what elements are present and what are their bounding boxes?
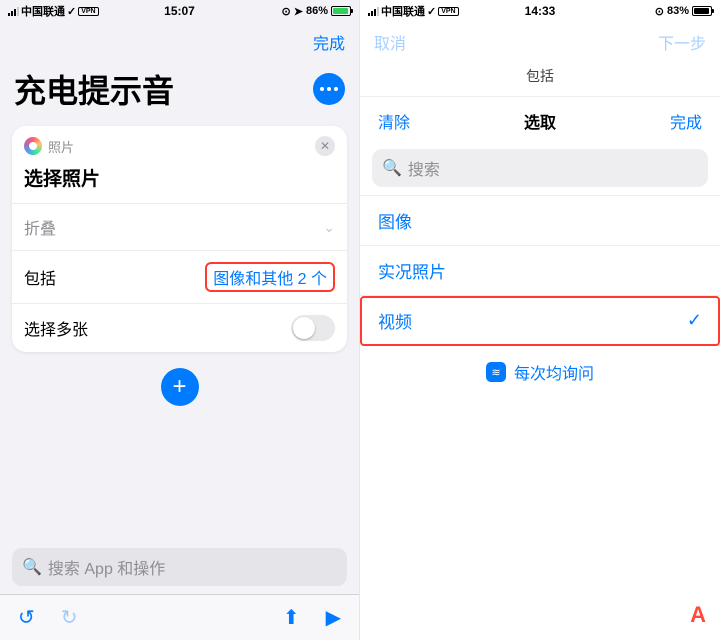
collapse-label: 折叠 [24, 215, 323, 239]
done-button[interactable]: 完成 [313, 30, 345, 54]
faded-cancel: 取消 [374, 30, 406, 54]
status-bar-left: 中国联通 ✓︎ VPN 15:07 ⊙ ➤ 86% [0, 0, 359, 22]
signal-icon [368, 7, 379, 16]
include-row[interactable]: 包括 图像和其他 2 个 [12, 250, 347, 303]
page-title: 充电提示音 [14, 66, 313, 112]
battery-icon [331, 6, 351, 16]
redo-button[interactable]: ↻ [61, 605, 78, 630]
collapse-row[interactable]: 折叠 ⌄ [12, 203, 347, 250]
clock: 14:33 [491, 4, 589, 18]
undo-button[interactable]: ↺ [18, 605, 35, 630]
ask-label: 每次均询问 [514, 360, 594, 384]
carrier: 中国联通 [381, 3, 425, 19]
sheet-title: 包括 [360, 60, 720, 97]
more-button[interactable] [313, 73, 345, 105]
search-placeholder: 搜索 [408, 156, 440, 180]
ask-each-time-button[interactable]: ≋ 每次均询问 [360, 346, 720, 398]
signal-icon [8, 7, 19, 16]
status-bar-right: 中国联通 ✓︎ VPN 14:33 ⊙ 83% [360, 0, 720, 22]
search-placeholder: 搜索 App 和操作 [48, 555, 165, 579]
card-app-label: 照片 [48, 137, 315, 156]
close-icon[interactable]: ✕ [315, 136, 335, 156]
multi-label: 选择多张 [24, 316, 291, 340]
battery-icon [692, 6, 712, 16]
list-item-livephoto[interactable]: 实况照片 [360, 246, 720, 296]
multi-select-row[interactable]: 选择多张 [12, 303, 347, 352]
location-icon: ➤ [294, 5, 303, 18]
carrier: 中国联通 [21, 3, 65, 19]
battery-percent: 86% [306, 5, 328, 17]
wifi-icon: ✓︎ [427, 5, 436, 18]
share-button[interactable]: ⬆︎ [283, 605, 300, 630]
wifi-icon: ✓︎ [67, 5, 76, 18]
list-item-video[interactable]: 视频 ✓ [360, 296, 720, 346]
faded-next: 下一步 [658, 30, 706, 54]
item-label: 实况照片 [378, 258, 702, 283]
done-button[interactable]: 完成 [670, 109, 702, 133]
include-label: 包括 [24, 265, 205, 289]
chat-icon: ≋ [486, 362, 506, 382]
vpn-badge: VPN [78, 7, 98, 16]
check-icon: ✓ [687, 310, 702, 331]
alarm-icon: ⊙ [655, 5, 664, 18]
photos-icon [24, 137, 42, 155]
action-card: 照片 ✕ 选择照片 折叠 ⌄ 包括 图像和其他 2 个 选择多张 [12, 126, 347, 352]
add-action-button[interactable]: + [161, 368, 199, 406]
search-icon: 🔍 [382, 158, 402, 178]
watermark-logo: A [690, 602, 706, 628]
chevron-down-icon: ⌄ [323, 219, 335, 236]
list-item-image[interactable]: 图像 [360, 195, 720, 246]
vpn-badge: VPN [438, 7, 458, 16]
search-icon: 🔍 [22, 557, 42, 577]
search-input[interactable]: 🔍 搜索 [372, 149, 708, 187]
bottom-toolbar: ↺ ↻ ⬆︎ ▶ [0, 594, 359, 640]
item-label: 图像 [378, 208, 702, 233]
media-type-list: 图像 实况照片 视频 ✓ [360, 195, 720, 346]
alarm-icon: ⊙ [282, 5, 291, 18]
clear-button[interactable]: 清除 [378, 109, 410, 133]
include-value[interactable]: 图像和其他 2 个 [205, 262, 335, 292]
card-action-title[interactable]: 选择照片 [12, 160, 347, 203]
search-apps-input[interactable]: 🔍 搜索 App 和操作 [12, 548, 347, 586]
battery-percent: 83% [667, 5, 689, 17]
select-title: 选取 [410, 109, 670, 133]
clock: 15:07 [131, 4, 229, 18]
multi-toggle[interactable] [291, 315, 335, 341]
play-button[interactable]: ▶ [326, 605, 341, 630]
item-label: 视频 [378, 308, 687, 333]
